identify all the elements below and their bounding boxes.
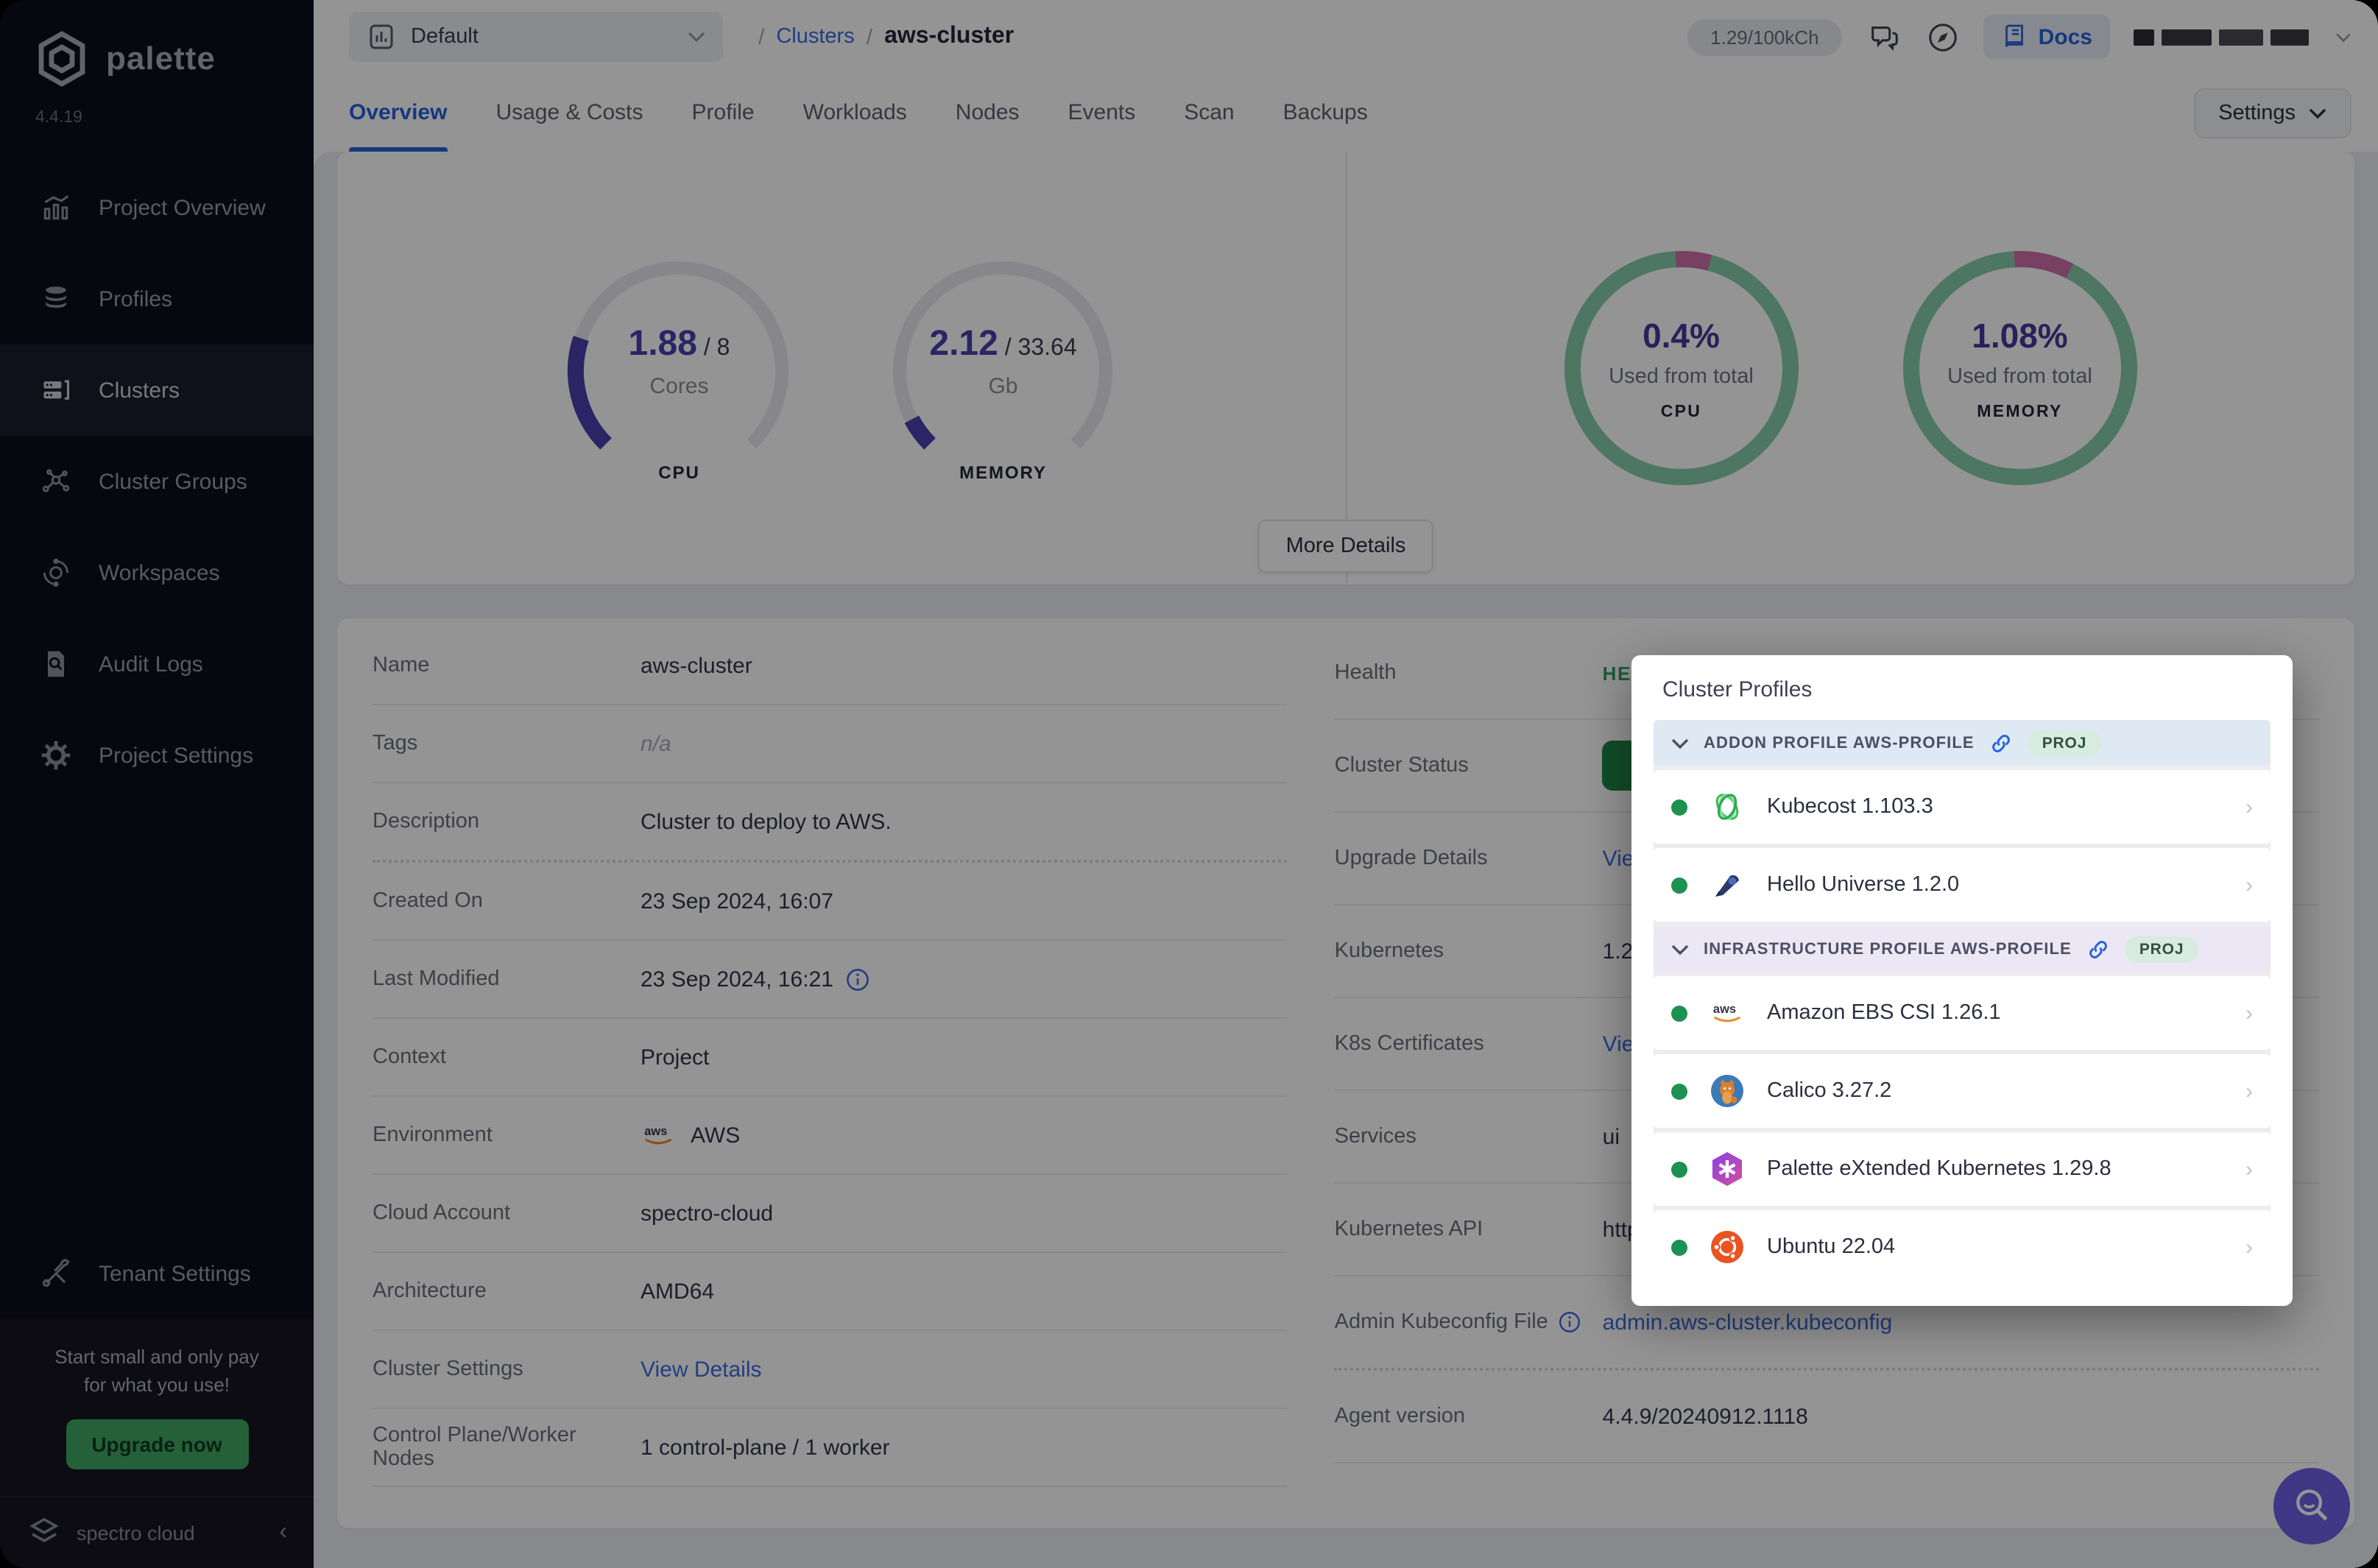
svg-text:aws: aws bbox=[1713, 1003, 1736, 1016]
profile-pack-row-ebs-csi[interactable]: aws Amazon EBS CSI 1.26.1 › bbox=[1654, 976, 2271, 1050]
chevron-right-icon: › bbox=[2245, 1078, 2253, 1103]
pack-status-dot bbox=[1671, 1239, 1687, 1255]
app-window: palette 4.4.19 Project Overview bbox=[0, 0, 2378, 1568]
addon-profile-section-header[interactable]: ADDON PROFILE AWS-PROFILE PROJ bbox=[1654, 720, 2271, 766]
pack-status-dot bbox=[1671, 877, 1687, 893]
pack-status-dot bbox=[1671, 799, 1687, 815]
profile-pack-row-ubuntu[interactable]: Ubuntu 22.04 › bbox=[1654, 1210, 2271, 1284]
aws-logo: aws bbox=[1708, 994, 1746, 1032]
cluster-profiles-popup: Cluster Profiles ADDON PROFILE AWS-PROFI… bbox=[1631, 655, 2293, 1306]
popup-title: Cluster Profiles bbox=[1662, 677, 2271, 702]
palette-kubernetes-logo bbox=[1708, 1150, 1746, 1188]
scope-badge: PROJ bbox=[2125, 936, 2199, 962]
pack-status-dot bbox=[1671, 1083, 1687, 1099]
calico-logo bbox=[1708, 1072, 1746, 1110]
profile-pack-row-kubecost[interactable]: Kubecost 1.103.3 › bbox=[1654, 770, 2271, 844]
scope-badge: PROJ bbox=[2028, 730, 2102, 756]
pack-status-dot bbox=[1671, 1161, 1687, 1177]
chevron-down-icon bbox=[1671, 943, 1689, 955]
link-icon bbox=[2086, 937, 2110, 961]
kubecost-logo bbox=[1708, 788, 1746, 826]
chevron-right-icon: › bbox=[2245, 1000, 2253, 1025]
pack-status-dot bbox=[1671, 1005, 1687, 1021]
link-icon bbox=[1989, 731, 2013, 755]
chevron-right-icon: › bbox=[2245, 1156, 2253, 1182]
chevron-right-icon: › bbox=[2245, 794, 2253, 819]
profile-pack-row-pxk[interactable]: Palette eXtended Kubernetes 1.29.8 › bbox=[1654, 1132, 2271, 1206]
profile-pack-row-hello-universe[interactable]: Hello Universe 1.2.0 › bbox=[1654, 848, 2271, 922]
chevron-down-icon bbox=[1671, 737, 1689, 749]
hello-universe-logo bbox=[1708, 866, 1746, 904]
infrastructure-profile-section-header[interactable]: INFRASTRUCTURE PROFILE AWS-PROFILE PROJ bbox=[1654, 926, 2271, 972]
profile-pack-row-calico[interactable]: Calico 3.27.2 › bbox=[1654, 1054, 2271, 1128]
chevron-right-icon: › bbox=[2245, 872, 2253, 897]
ubuntu-logo bbox=[1708, 1228, 1746, 1266]
chevron-right-icon: › bbox=[2245, 1235, 2253, 1260]
